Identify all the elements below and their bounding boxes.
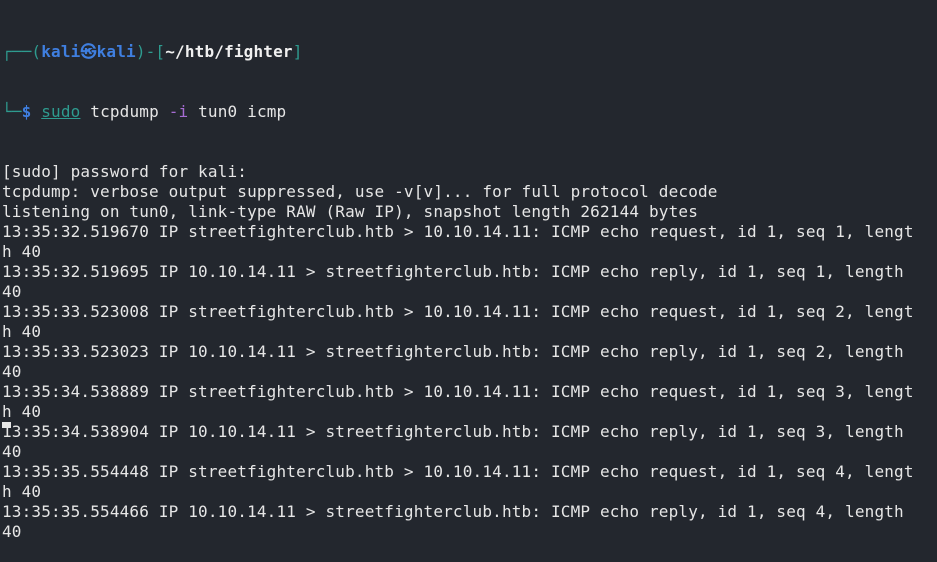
output-line: 40 (2, 282, 22, 301)
command-args: tun0 icmp (198, 102, 287, 121)
output-line: h 40 (2, 482, 42, 501)
output-line: 13:35:35.554466 IP 10.10.14.11 > streetf… (2, 502, 904, 521)
output-line: 40 (2, 362, 22, 381)
output-line: 13:35:32.519670 IP streetfighterclub.htb… (2, 222, 914, 241)
terminal-output: [sudo] password for kali: tcpdump: verbos… (2, 162, 914, 542)
output-line: [sudo] password for kali: (2, 162, 248, 181)
kali-dragon-icon: ㉿ (80, 42, 97, 61)
output-line: 13:35:34.538889 IP streetfighterclub.htb… (2, 382, 914, 401)
output-line: 40 (2, 442, 22, 461)
output-line: listening on tun0, link-type RAW (Raw IP… (2, 202, 698, 221)
output-line: h 40 (2, 322, 42, 341)
prompt-line-1: ┌──(kali㉿kali)-[~/htb/fighter] (2, 42, 303, 61)
output-line: h 40 (2, 402, 42, 421)
prompt-line-2: └─$ sudo tcpdump -i tun0 icmp (2, 102, 287, 121)
command-flag: -i (168, 102, 189, 121)
output-line: 40 (2, 522, 22, 541)
output-line: 13:35:33.523023 IP 10.10.14.11 > streetf… (2, 342, 904, 361)
prompt-symbol: $ (21, 102, 32, 121)
output-line: 13:35:34.538904 IP 10.10.14.11 > streetf… (2, 422, 904, 441)
terminal-cursor (2, 422, 11, 428)
output-line: h 40 (2, 242, 42, 261)
prompt-cwd: ~/htb/fighter (165, 42, 293, 61)
output-line: 13:35:32.519695 IP 10.10.14.11 > streetf… (2, 262, 904, 281)
output-line: 13:35:33.523008 IP streetfighterclub.htb… (2, 302, 914, 321)
command-sudo: sudo (41, 102, 81, 121)
prompt-host: kali (96, 42, 136, 61)
prompt-user: kali (41, 42, 81, 61)
command-program: tcpdump (90, 102, 159, 121)
terminal[interactable]: ┌──(kali㉿kali)-[~/htb/fighter] └─$ sudo … (2, 2, 914, 562)
output-line: tcpdump: verbose output suppressed, use … (2, 182, 718, 201)
output-line: 13:35:35.554448 IP streetfighterclub.htb… (2, 462, 914, 481)
